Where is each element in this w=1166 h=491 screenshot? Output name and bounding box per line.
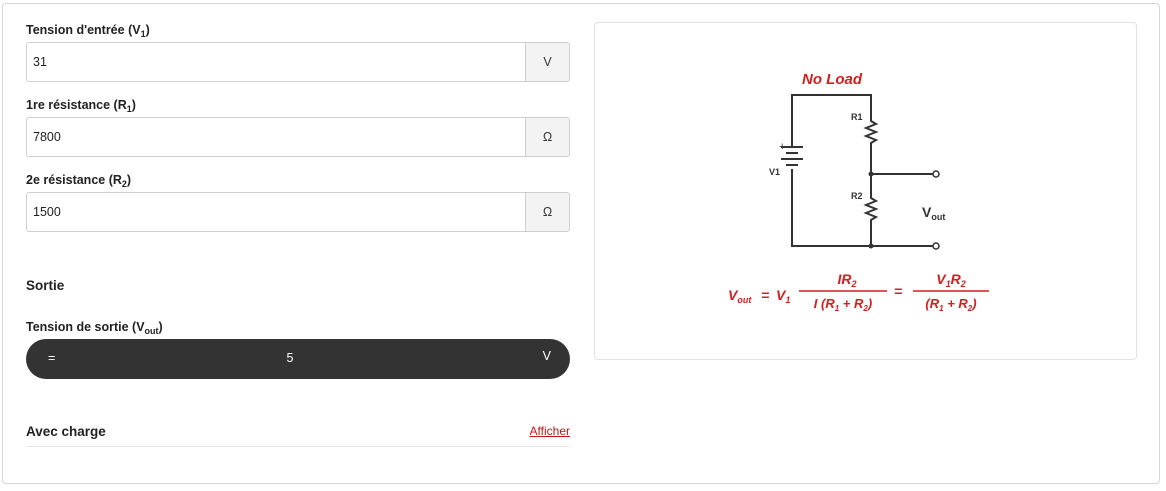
r1-diagram-label: R1 [851,112,863,122]
v1-diagram-label: V1 [769,167,780,177]
show-load-link[interactable]: Afficher [530,424,570,438]
circuit-diagram-card: No Load R1 R2 V1 + Vout Vout = V1 IR2 I … [594,22,1137,360]
r2-unit: Ω [525,192,570,232]
v1-label: Tension d'entrée (V1) [26,23,150,39]
svg-text:IR2: IR2 [837,271,856,289]
r2-label: 2e résistance (R2) [26,173,132,189]
r2-input[interactable] [26,192,525,232]
r2-input-group: Ω [26,192,570,232]
svg-text:V1: V1 [776,287,790,305]
voltage-divider-formula: Vout = V1 IR2 I (R1 + R2) = V1R2 (R1 + R… [728,271,989,313]
svg-text:=: = [894,283,902,299]
with-load-title: Avec charge [26,424,106,439]
svg-text:(R1 + R2): (R1 + R2) [925,296,976,313]
vout-diagram-label: Vout [922,204,945,222]
v1-input[interactable] [26,42,525,82]
svg-text:V1R2: V1R2 [936,271,966,289]
plus-sign: + [779,141,785,153]
r1-label: 1re résistance (R1) [26,98,136,114]
r1-input[interactable] [26,117,525,157]
circuit-diagram: No Load R1 R2 V1 + Vout Vout = V1 IR2 I … [728,71,989,313]
diagram-title: No Load [802,71,863,88]
svg-text:=: = [761,287,769,303]
vout-result: = 5 V [26,339,570,379]
vout-unit: V [542,349,551,363]
v1-unit: V [525,42,570,82]
vout-label: Tension de sortie (Vout) [26,320,163,336]
vout-value: 5 [286,351,294,365]
r1-input-group: Ω [26,117,570,157]
v1-input-group: V [26,42,570,82]
with-load-section: Avec charge Afficher [26,424,570,447]
svg-text:Vout: Vout [728,287,752,305]
output-section-title: Sortie [26,278,65,293]
r2-diagram-label: R2 [851,191,863,201]
svg-text:I (R1 + R2): I (R1 + R2) [814,296,872,313]
r1-unit: Ω [525,117,570,157]
